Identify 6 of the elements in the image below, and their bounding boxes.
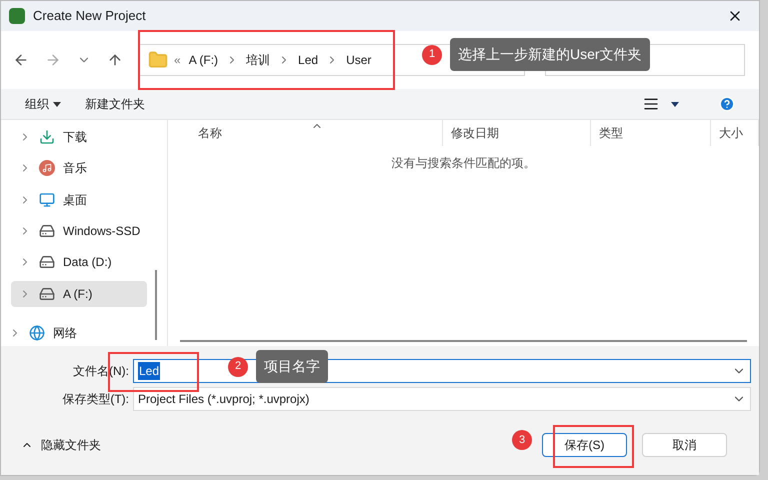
- file-name-label: 文件名(N):: [72, 363, 129, 380]
- empty-message: 没有与搜索条件匹配的项。: [392, 155, 536, 172]
- file-type-label: 保存类型(T):: [61, 391, 129, 408]
- callout-tooltip: 选择上一步新建的User文件夹: [450, 38, 650, 71]
- window-title: Create New Project: [33, 7, 146, 26]
- callout-tooltip: 项目名字: [256, 350, 328, 383]
